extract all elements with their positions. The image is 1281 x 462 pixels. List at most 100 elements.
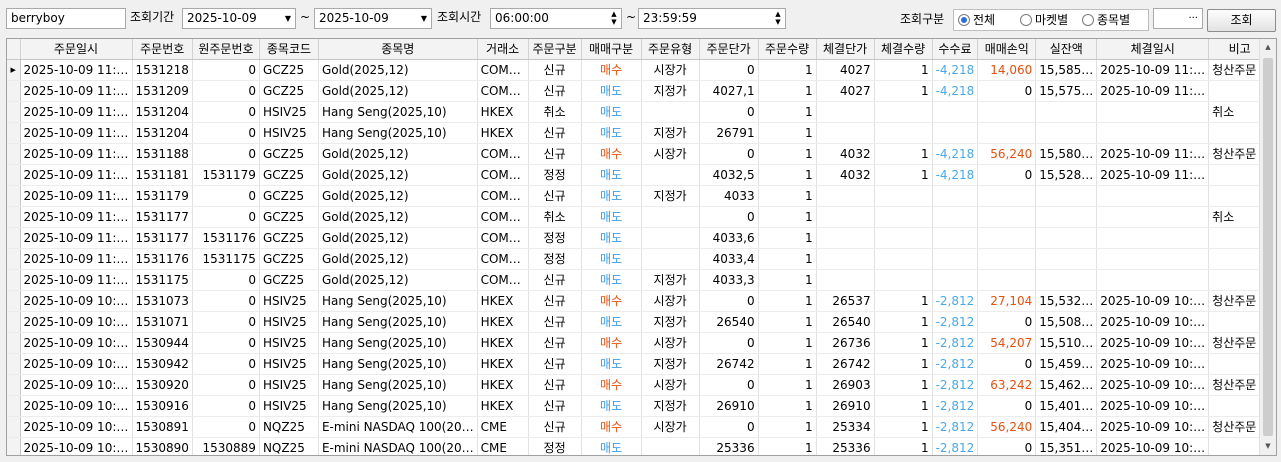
chevron-down-icon[interactable]: ▼ [285, 9, 291, 28]
table-cell: Hang Seng(2025,10) [318, 311, 478, 333]
column-header[interactable]: 종목명 [318, 39, 478, 60]
column-header[interactable]: 체결일시 [1096, 39, 1210, 60]
table-cell: 1 [758, 353, 817, 375]
table-cell: 1530891 [132, 416, 193, 438]
table-cell: 15,575… [1035, 80, 1098, 102]
column-header[interactable]: 원주문번호 [192, 39, 260, 60]
category-label: 조회구분 [900, 12, 945, 26]
column-header[interactable]: 주문구분 [528, 39, 582, 60]
table-cell: 0 [699, 416, 759, 438]
table-row[interactable]: 2025-10-09 10:… 1530890 1530889 NQZ25 E-mini… [7, 437, 1272, 455]
table-cell: 2025-10-09 10:… [20, 353, 133, 375]
period-label: 조회기간 [130, 10, 175, 24]
spinner-arrows-icon[interactable]: ▲ ▼ [609, 10, 619, 27]
column-header[interactable]: 체결단가 [816, 39, 875, 60]
spinner-arrows-icon[interactable]: ▲ ▼ [773, 10, 783, 27]
vertical-scrollbar[interactable]: ▲ ▼ [1259, 39, 1276, 455]
scroll-down-icon[interactable]: ▼ [1260, 438, 1276, 455]
search-button[interactable]: 조회 [1207, 9, 1276, 32]
table-cell: 0 [699, 374, 759, 396]
table-cell: 취소 [528, 206, 582, 228]
table-row[interactable]: 2025-10-09 10:… 1530920 0 HSIV25 Hang Seng(2… [7, 374, 1272, 396]
date-from-combo[interactable]: 2025-10-09 ▼ [182, 8, 296, 29]
table-row[interactable]: 2025-10-09 10:… 1530942 0 HSIV25 Hang Seng(2… [7, 353, 1272, 375]
column-header[interactable]: 체결수량 [874, 39, 933, 60]
table-row[interactable]: 2025-10-09 10:… 1531071 0 HSIV25 Hang Seng(2… [7, 311, 1272, 333]
table-cell [641, 437, 700, 455]
table-row[interactable]: 2025-10-09 10:… 1530944 0 HSIV25 Hang Seng(2… [7, 332, 1272, 354]
column-header[interactable]: 주문유형 [641, 39, 700, 60]
table-cell: GCZ25 [259, 227, 319, 249]
table-cell: 4033,6 [699, 227, 759, 249]
table-row[interactable]: 2025-10-09 11:… 1531204 0 HSIV25 Hang Seng(2… [7, 122, 1272, 144]
date-to-combo[interactable]: 2025-10-09 ▼ [314, 8, 432, 29]
table-row[interactable]: 2025-10-09 10:… 1530891 0 NQZ25 E-mini NASDA… [7, 416, 1272, 438]
table-row[interactable]: 2025-10-09 11:… 1531177 0 GCZ25 Gold(2025,12… [7, 206, 1272, 228]
table-cell: 15,528… [1035, 164, 1098, 186]
column-header[interactable]: 종목코드 [259, 39, 319, 60]
table-row[interactable]: 2025-10-09 11:… 1531175 0 GCZ25 Gold(2025,12… [7, 269, 1272, 291]
table-cell: 0 [192, 143, 260, 165]
table-row[interactable]: 2025-10-09 11:… 1531209 0 GCZ25 Gold(2025,12… [7, 80, 1272, 102]
extra-field[interactable]: ··· [1153, 8, 1203, 29]
scroll-thumb[interactable] [1263, 58, 1273, 436]
table-row[interactable]: 2025-10-09 11:… 1531179 0 GCZ25 Gold(2025,12… [7, 185, 1272, 207]
table-row[interactable]: ▶ 2025-10-09 11:… 1531218 0 GCZ25 Gold(2025,1… [7, 59, 1272, 81]
radio-market[interactable]: 마켓별 [1020, 12, 1068, 28]
row-indicator-cell [7, 185, 21, 207]
time-from-spinner[interactable]: 06:00:00 ▲ ▼ [490, 8, 622, 29]
table-cell: HSIV25 [259, 101, 319, 123]
table-cell: 1531204 [132, 101, 193, 123]
table-cell [816, 122, 875, 144]
table-cell: HSIV25 [259, 395, 319, 417]
table-cell: 1530890 [132, 437, 193, 455]
table-cell [874, 185, 933, 207]
column-header[interactable]: 거래소 [477, 39, 529, 60]
header-indicator-cell [7, 39, 21, 60]
column-header[interactable]: 주문일시 [20, 39, 133, 60]
table-cell: 2025-10-09 10:… [20, 416, 133, 438]
table-row[interactable]: 2025-10-09 11:… 1531204 0 HSIV25 Hang Seng(2… [7, 101, 1272, 123]
table-cell: HSIV25 [259, 311, 319, 333]
table-row[interactable]: 2025-10-09 11:… 1531188 0 GCZ25 Gold(2025,12… [7, 143, 1272, 165]
table-cell: COM… [477, 80, 529, 102]
table-cell: 63,242 [977, 374, 1037, 396]
table-cell: 0 [192, 206, 260, 228]
column-header[interactable]: 매매손익 [977, 39, 1037, 60]
table-cell: 1 [758, 311, 817, 333]
account-field[interactable]: berryboy [6, 8, 126, 29]
table-cell: -4,218 [932, 59, 979, 81]
table-cell [816, 269, 875, 291]
table-cell: 신규 [528, 332, 582, 354]
scroll-up-icon[interactable]: ▲ [1260, 39, 1276, 56]
table-cell [816, 248, 875, 270]
column-header[interactable]: 주문수량 [758, 39, 817, 60]
table-cell: 매도 [581, 248, 642, 270]
table-cell: -2,812 [932, 416, 979, 438]
column-header[interactable]: 실잔액 [1035, 39, 1098, 60]
toolbar: berryboy 조회기간 2025-10-09 ▼ ~ 2025-10-09 … [0, 0, 1281, 38]
column-header[interactable]: 주문단가 [699, 39, 759, 60]
chevron-down-icon[interactable]: ▼ [421, 9, 427, 28]
tilde-label: ~ [300, 10, 311, 24]
table-cell: 15,462… [1035, 374, 1098, 396]
column-header[interactable]: 매매구분 [581, 39, 642, 60]
table-cell: 1 [758, 59, 817, 81]
table-row[interactable]: 2025-10-09 10:… 1531073 0 HSIV25 Hang Seng(2… [7, 290, 1272, 312]
time-to-spinner[interactable]: 23:59:59 ▲ ▼ [638, 8, 786, 29]
column-header[interactable]: 주문번호 [132, 39, 193, 60]
table-row[interactable]: 2025-10-09 10:… 1530916 0 HSIV25 Hang Seng(2… [7, 395, 1272, 417]
table-row[interactable]: 2025-10-09 11:… 1531176 1531175 GCZ25 Gold(2… [7, 248, 1272, 270]
table-cell: 2025-10-09 11:… [20, 269, 133, 291]
table-cell: 0 [699, 290, 759, 312]
table-cell: 매도 [581, 122, 642, 144]
table-cell: 0 [699, 101, 759, 123]
column-header[interactable]: 수수료 [932, 39, 979, 60]
radio-all[interactable]: 전체 [958, 12, 995, 28]
table-cell: Gold(2025,12) [318, 248, 478, 270]
table-cell [874, 122, 933, 144]
table-cell [977, 269, 1037, 291]
table-row[interactable]: 2025-10-09 11:… 1531181 1531179 GCZ25 Gold(2… [7, 164, 1272, 186]
table-row[interactable]: 2025-10-09 11:… 1531177 1531176 GCZ25 Gold(2… [7, 227, 1272, 249]
radio-item[interactable]: 종목별 [1082, 12, 1130, 28]
